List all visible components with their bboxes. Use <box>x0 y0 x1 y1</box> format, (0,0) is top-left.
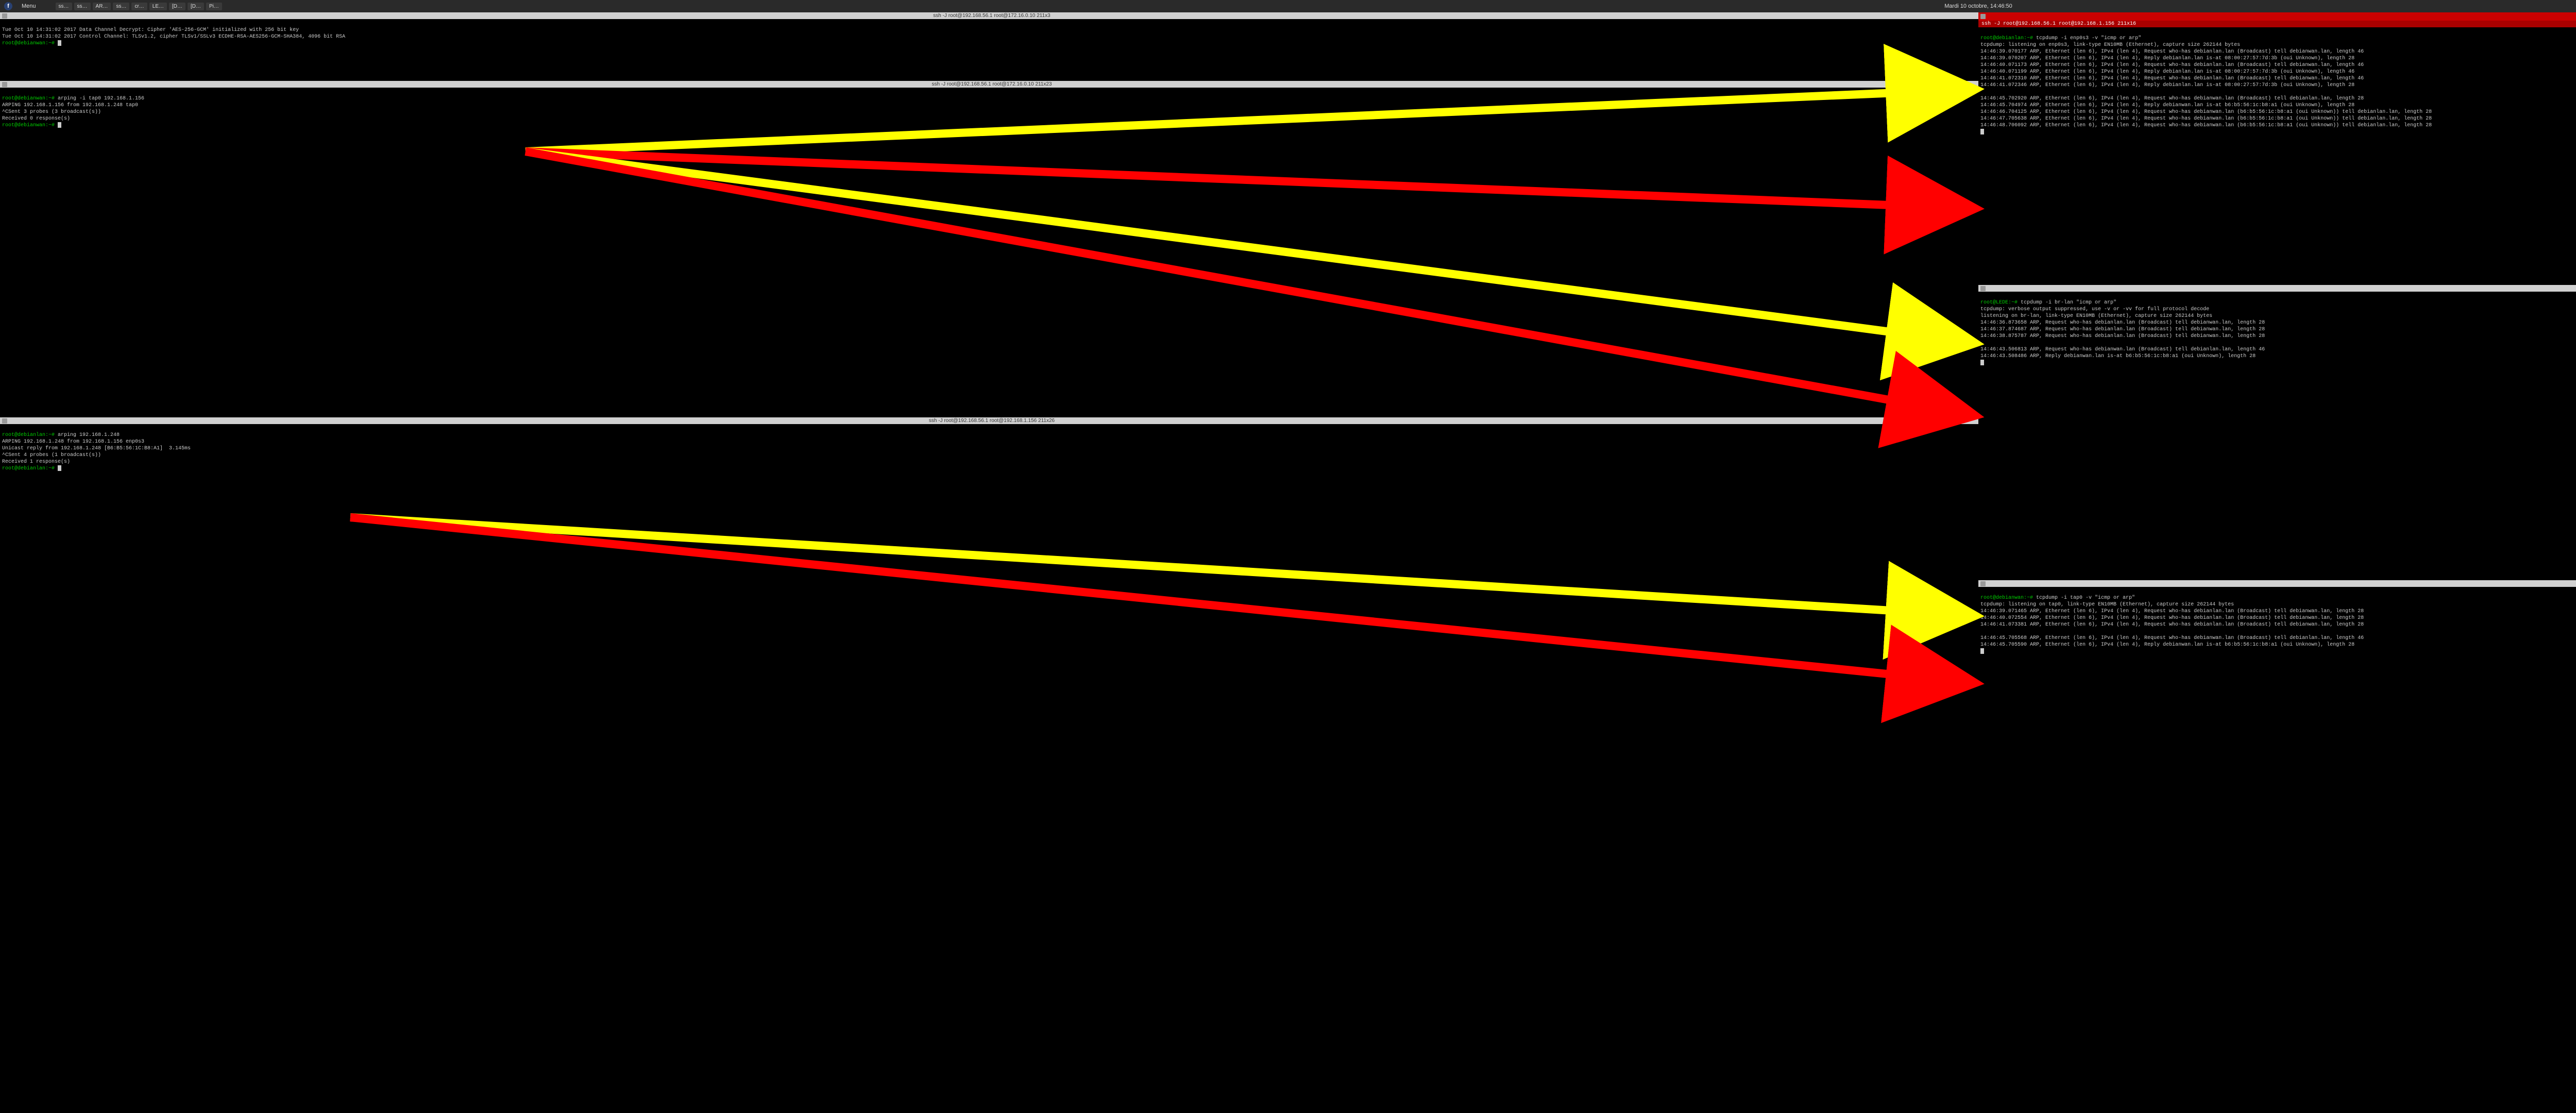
output-line: 14:46:43.508486 ARP, Reply debianwan.lan… <box>1980 353 2256 359</box>
output-line: Received 1 response(s) <box>2 459 70 465</box>
main-area: ssh -J root@192.168.56.1 root@172.16.0.1… <box>0 12 2576 1113</box>
terminal-titlebar[interactable]: ssh -J root@192.168.56.1 root@172.16.0.1… <box>0 81 1978 88</box>
output-line: 14:46:43.506813 ARP, Request who-has deb… <box>1980 347 2265 352</box>
prompt: root@debianwan:~# <box>1980 595 2036 601</box>
prompt: root@debianwan:~# <box>2 123 58 128</box>
terminal-lede-tcpdump[interactable]: root@LEDE:~# tcpdump -i br-lan "icmp or … <box>1978 292 2576 580</box>
cursor <box>58 40 61 46</box>
output-line: ^CSent 3 probes (3 broadcast(s)) <box>2 109 101 115</box>
output-line: ^CSent 4 probes (1 broadcast(s)) <box>2 452 101 458</box>
window-icon <box>1980 581 1986 586</box>
cursor <box>58 465 61 471</box>
output-line: 14:46:36.873658 ARP, Request who-has deb… <box>1980 320 2265 326</box>
command: arping 192.168.1.248 <box>58 432 120 438</box>
task-item[interactable]: ss… <box>56 3 72 10</box>
task-item[interactable]: AR… <box>93 3 111 10</box>
menu-button[interactable]: Menu <box>19 2 39 10</box>
task-item[interactable]: cr… <box>131 3 147 10</box>
output-line: 14:46:41.072310 ARP, Ethernet (len 6), I… <box>1980 76 2364 81</box>
window-icon <box>2 13 7 19</box>
terminal-titlebar[interactable]: ssh root@192.168.56.1 211x19 <box>1978 285 2576 292</box>
panel-left: f Menu ss… ss… AR… ss… cr… LE… [D… [D… P… <box>4 2 222 10</box>
output-line: ARPING 192.168.1.156 from 192.168.1.248 … <box>2 103 138 108</box>
command: tcpdump -i tap0 -v "icmp or arp" <box>2036 595 2135 601</box>
output-line: 14:46:45.704974 ARP, Ethernet (len 6), I… <box>1980 103 2354 108</box>
output-line: 14:46:40.071199 ARP, Ethernet (len 6), I… <box>1980 69 2354 75</box>
output-line: 14:46:45.705568 ARP, Ethernet (len 6), I… <box>1980 635 2364 641</box>
terminal-titlebar[interactable]: ssh -J root@192.168.56.1 root@172.16.0.1… <box>1978 580 2576 587</box>
output-line: 14:46:41.073381 ARP, Ethernet (len 6), I… <box>1980 622 2364 628</box>
command: tcpdump -i br-lan "icmp or arp" <box>2021 300 2116 306</box>
output-line: 14:46:40.072554 ARP, Ethernet (len 6), I… <box>1980 615 2364 621</box>
output-line: 14:46:45.705590 ARP, Ethernet (len 6), I… <box>1980 642 2354 648</box>
output-line: 14:46:41.072346 ARP, Ethernet (len 6), I… <box>1980 82 2354 88</box>
output-line: 14:46:45.702920 ARP, Ethernet (len 6), I… <box>1980 96 2364 102</box>
output-line: ARPING 192.168.1.248 from 192.168.1.156 … <box>2 439 144 445</box>
cursor <box>1980 129 1984 134</box>
window-icon <box>2 82 7 87</box>
top-panel: f Menu ss… ss… AR… ss… cr… LE… [D… [D… P… <box>0 0 2576 12</box>
cursor <box>58 122 61 128</box>
output-line: 14:46:39.070177 ARP, Ethernet (len 6), I… <box>1980 49 2364 55</box>
window-title: ssh -J root@192.168.56.1 root@192.168.1.… <box>1986 14 2576 20</box>
command: arping -i tap0 192.168.1.156 <box>58 96 144 102</box>
output-line: 14:46:39.070207 ARP, Ethernet (len 6), I… <box>1980 56 2354 61</box>
output-line: 14:46:38.875787 ARP, Request who-has deb… <box>1980 333 2265 339</box>
output-line: 14:46:47.705638 ARP, Ethernet (len 6), I… <box>1980 116 2432 122</box>
task-item[interactable]: [D… <box>169 3 185 10</box>
output-line: tcpdump: listening on tap0, link-type EN… <box>1980 602 2234 608</box>
window-title: ssh root@192.168.56.1 211x19 <box>1986 285 2576 291</box>
prompt: root@LEDE:~# <box>1980 300 2021 306</box>
terminal-titlebar[interactable]: ssh -J root@192.168.56.1 root@192.168.1.… <box>0 417 1978 424</box>
prompt: root@debianlan:~# <box>2 466 58 471</box>
window-title: ssh -J root@192.168.56.1 root@172.16.0.1… <box>7 13 1976 19</box>
cursor <box>1980 360 1984 365</box>
task-item[interactable]: [D… <box>188 3 204 10</box>
output-line: tcpdump: verbose output suppressed, use … <box>1980 307 2209 312</box>
output-line: Received 0 response(s) <box>2 116 70 122</box>
terminal-debianwan-tcpdump[interactable]: root@debianwan:~# tcpdump -i tap0 -v "ic… <box>1978 587 2576 1113</box>
window-title: ssh -J root@192.168.56.1 root@192.168.1.… <box>7 418 1976 424</box>
task-item[interactable]: ss… <box>113 3 129 10</box>
window-icon <box>1980 286 1986 291</box>
output-line: 14:46:48.706092 ARP, Ethernet (len 6), I… <box>1980 123 2432 128</box>
command: tcpdump -i enp0s3 -v "icmp or arp" <box>2036 36 2141 41</box>
fedora-icon[interactable]: f <box>4 2 12 10</box>
output-line: 14:46:46.704125 ARP, Ethernet (len 6), I… <box>1980 109 2432 115</box>
task-item[interactable]: ss… <box>74 3 91 10</box>
output-line: 14:46:39.071465 ARP, Ethernet (len 6), I… <box>1980 609 2364 614</box>
log-line: Tue Oct 10 14:31:02 2017 Data Channel De… <box>2 27 299 33</box>
output-line: listening on br-lan, link-type EN10MB (E… <box>1980 313 2212 319</box>
taskbar: ss… ss… AR… ss… cr… LE… [D… [D… Pi… <box>56 3 222 10</box>
terminal-debianwan-arping[interactable]: root@debianwan:~# arping -i tap0 192.168… <box>0 88 1978 417</box>
output-line: 14:46:40.071173 ARP, Ethernet (len 6), I… <box>1980 62 2364 68</box>
terminal-titlebar-active[interactable]: ssh -J root@192.168.56.1 root@192.168.1.… <box>1978 12 2576 21</box>
clock: Mardi 10 octobre, 14:46:50 <box>1944 3 2012 9</box>
window-title: ssh -J root@192.168.56.1 root@172.16.0.1… <box>7 81 1976 87</box>
prompt: root@debianlan:~# <box>1980 36 2036 41</box>
terminal-debianlan-arping[interactable]: root@debianlan:~# arping 192.168.1.248 A… <box>0 424 1978 1113</box>
terminal-titlebar[interactable]: ssh -J root@192.168.56.1 root@172.16.0.1… <box>0 12 1978 19</box>
cursor <box>1980 648 1984 654</box>
output-line: 14:46:37.874687 ARP, Request who-has deb… <box>1980 327 2265 332</box>
window-title: ssh -J root@192.168.56.1 root@172.16.0.1… <box>1986 581 2576 586</box>
prompt: root@debianwan:~# <box>2 41 58 46</box>
terminal-debianwan-log[interactable]: Tue Oct 10 14:31:02 2017 Data Channel De… <box>0 19 1978 81</box>
output-line: Unicast reply from 192.168.1.248 [B6:B5:… <box>2 446 191 451</box>
window-icon <box>2 418 7 424</box>
tab-label: ssh -J root@192.168.56.1 root@192.168.1.… <box>1981 21 2136 27</box>
right-column: ssh -J root@192.168.56.1 root@192.168.1.… <box>1978 12 2576 1113</box>
task-item[interactable]: Pi… <box>206 3 222 10</box>
task-item[interactable]: LE… <box>149 3 167 10</box>
prompt: root@debianwan:~# <box>2 96 58 102</box>
log-line: Tue Oct 10 14:31:02 2017 Control Channel… <box>2 34 345 40</box>
left-column: ssh -J root@192.168.56.1 root@172.16.0.1… <box>0 12 1978 1113</box>
prompt: root@debianlan:~# <box>2 432 58 438</box>
window-icon <box>1980 14 1986 19</box>
terminal-tab-active[interactable]: ssh -J root@192.168.56.1 root@192.168.1.… <box>1978 21 2576 27</box>
terminal-debianlan-tcpdump[interactable]: root@debianlan:~# tcpdump -i enp0s3 -v "… <box>1978 27 2576 285</box>
output-line: tcpdump: listening on enp0s3, link-type … <box>1980 42 2240 48</box>
